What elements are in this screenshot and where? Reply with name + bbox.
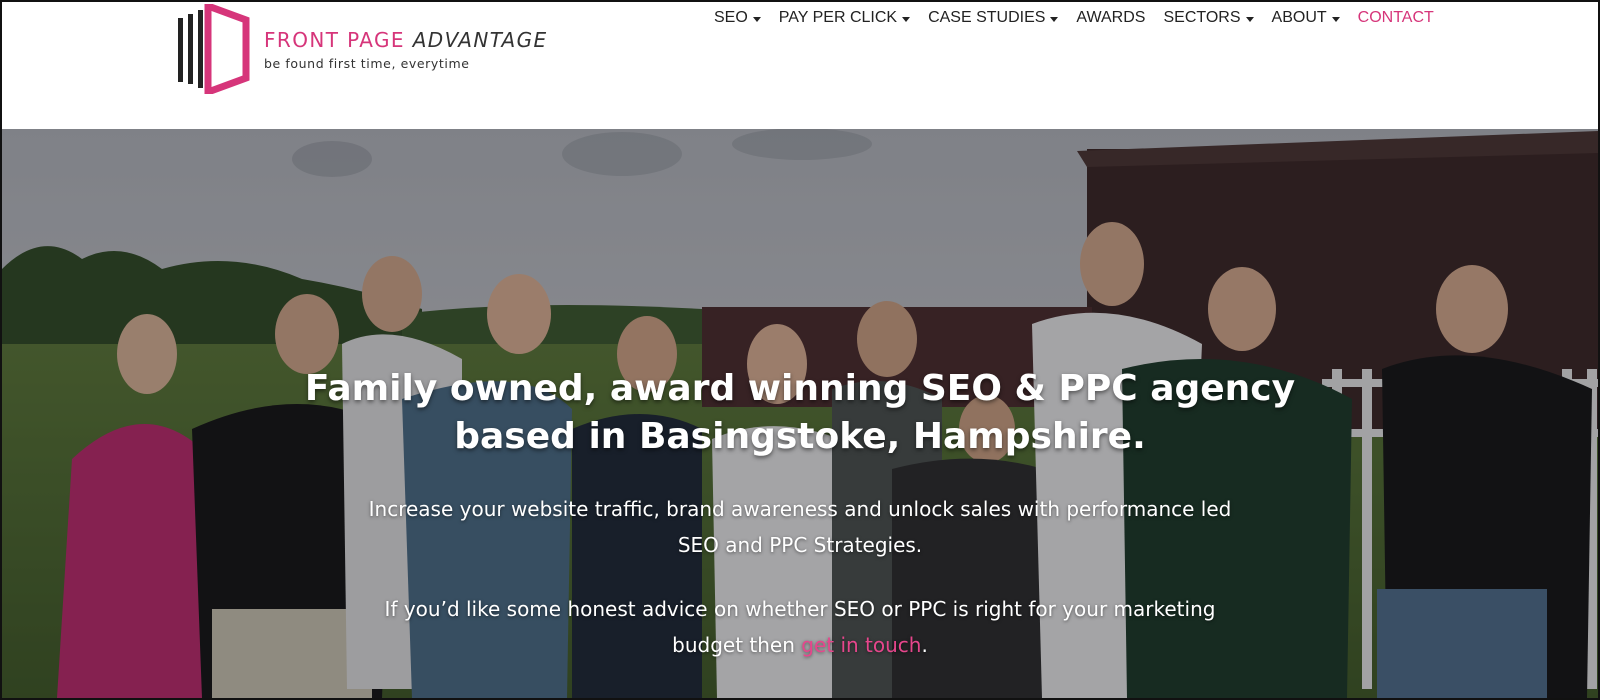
- caret-down-icon: [1245, 16, 1254, 22]
- logo-text: FRONT PAGE ADVANTAGE be found first time…: [264, 28, 548, 71]
- logo-title-main: FRONT PAGE: [264, 27, 405, 52]
- logo-tagline: be found first time, everytime: [264, 55, 470, 71]
- site-logo[interactable]: FRONT PAGE ADVANTAGE be found first time…: [178, 4, 558, 94]
- nav-item-about[interactable]: ABOUT: [1272, 9, 1340, 27]
- logo-title-accent: ADVANTAGE: [412, 27, 548, 52]
- nav-item-contact[interactable]: CONTACT: [1358, 9, 1434, 27]
- nav-item-label: SECTORS: [1163, 9, 1241, 26]
- nav-item-sectors[interactable]: SECTORS: [1163, 9, 1254, 27]
- nav-item-seo[interactable]: SEO: [714, 9, 761, 27]
- nav-item-label: AWARDS: [1076, 9, 1146, 26]
- main-nav: SEO PAY PER CLICK CASE STUDIES AWARDS SE…: [714, 9, 1434, 27]
- nav-item-label: CASE STUDIES: [928, 9, 1046, 26]
- page-frame: FRONT PAGE ADVANTAGE be found first time…: [0, 0, 1600, 700]
- hero-advice-suffix: .: [921, 633, 928, 657]
- caret-down-icon: [902, 16, 911, 22]
- nav-item-label: PAY PER CLICK: [778, 9, 898, 26]
- get-in-touch-link[interactable]: get in touch: [801, 633, 921, 657]
- logo-title: FRONT PAGE ADVANTAGE: [264, 28, 548, 52]
- hero-subtitle: Increase your website traffic, brand awa…: [368, 497, 1232, 557]
- caret-down-icon: [752, 16, 761, 22]
- hero-content: Family owned, award winning SEO & PPC ag…: [2, 365, 1598, 663]
- nav-item-awards[interactable]: AWARDS: [1076, 9, 1145, 27]
- logo-mark-icon: [178, 4, 250, 94]
- hero-advice-text: If you’d like some honest advice on whet…: [365, 591, 1235, 663]
- site-header: FRONT PAGE ADVANTAGE be found first time…: [2, 2, 1598, 129]
- nav-item-case-studies[interactable]: CASE STUDIES: [928, 9, 1059, 27]
- caret-down-icon: [1331, 16, 1340, 22]
- nav-item-label: CONTACT: [1357, 9, 1434, 26]
- nav-item-pay-per-click[interactable]: PAY PER CLICK: [778, 9, 911, 27]
- nav-item-label: ABOUT: [1271, 9, 1327, 26]
- caret-down-icon: [1050, 16, 1059, 22]
- hero-advice-prefix: If you’d like some honest advice on whet…: [384, 597, 1216, 657]
- hero-section: Family owned, award winning SEO & PPC ag…: [2, 129, 1598, 698]
- hero-title: Family owned, award winning SEO & PPC ag…: [304, 368, 1296, 457]
- nav-item-label: SEO: [714, 9, 748, 26]
